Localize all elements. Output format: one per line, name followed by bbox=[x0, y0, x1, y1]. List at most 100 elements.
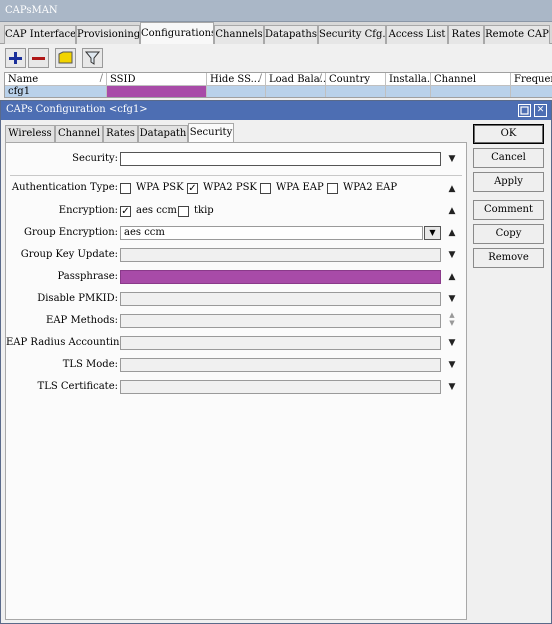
checkbox-tkip[interactable] bbox=[178, 206, 189, 217]
window-title: CAPsMAN bbox=[0, 0, 552, 22]
remove-button[interactable] bbox=[28, 48, 49, 68]
wpa2-psk-label: WPA2 PSK bbox=[203, 182, 257, 193]
tab-security[interactable]: Security bbox=[188, 123, 234, 143]
checkbox-wpa-psk[interactable] bbox=[120, 183, 131, 194]
security-label: Security: bbox=[72, 153, 118, 164]
wpa-eap-label: WPA EAP bbox=[276, 182, 324, 193]
wpa2-eap-label: WPA2 EAP bbox=[343, 182, 398, 193]
group-encryption-dropdown[interactable]: aes ccm bbox=[120, 226, 423, 240]
cell-ssid bbox=[107, 86, 207, 97]
tab-channel[interactable]: Channel bbox=[55, 125, 103, 142]
column-header-name[interactable]: Name / bbox=[5, 73, 107, 86]
cell-name: cfg1 bbox=[5, 86, 107, 97]
remove-button[interactable]: Remove bbox=[473, 248, 544, 268]
security-panel: Security: ▼ Authentication Type: WPA PSK… bbox=[5, 142, 467, 620]
eap-methods-label: EAP Methods: bbox=[46, 315, 118, 326]
tab-rates[interactable]: Rates bbox=[103, 125, 138, 142]
note-icon bbox=[58, 51, 73, 64]
tab-configurations[interactable]: Configurations bbox=[140, 22, 214, 44]
eap-methods-updown-icon[interactable]: ▲ ▼ bbox=[446, 311, 458, 327]
security-dropdown[interactable] bbox=[120, 152, 441, 166]
group-encryption-expand-icon[interactable]: ▼ bbox=[424, 226, 441, 240]
column-header-ssid[interactable]: SSID bbox=[107, 73, 207, 86]
cell-channel bbox=[431, 86, 511, 97]
cancel-button[interactable]: Cancel bbox=[473, 148, 544, 168]
minus-icon bbox=[32, 57, 45, 60]
column-header-load-balancing[interactable]: Load Bala... / bbox=[266, 73, 326, 86]
cell-installation bbox=[386, 86, 431, 97]
add-button[interactable] bbox=[5, 48, 26, 68]
eap-radius-accounting-label: EAP Radius Accounting: bbox=[6, 337, 130, 348]
caps-configuration-dialog: CAPs Configuration <cfg1> ✕ Wireless Cha… bbox=[0, 100, 552, 624]
checkbox-wpa-eap[interactable] bbox=[260, 183, 271, 194]
filter-button[interactable] bbox=[82, 48, 103, 68]
toolbar bbox=[0, 44, 552, 72]
checkbox-aes-ccm[interactable]: ✓ bbox=[120, 206, 131, 217]
tab-security-cfg[interactable]: Security Cfg. bbox=[318, 25, 386, 44]
maximize-square-icon bbox=[520, 106, 529, 115]
tab-access-list[interactable]: Access List bbox=[386, 25, 448, 44]
aes-ccm-label: aes ccm bbox=[136, 205, 177, 216]
wpa-psk-label: WPA PSK bbox=[136, 182, 184, 193]
copy-button[interactable]: Copy bbox=[473, 224, 544, 244]
tls-certificate-dropdown-icon[interactable]: ▼ bbox=[446, 381, 458, 393]
checkbox-wpa2-eap[interactable] bbox=[327, 183, 338, 194]
maximize-icon[interactable] bbox=[518, 104, 531, 117]
tab-datapath[interactable]: Datapath bbox=[138, 125, 188, 142]
tab-cap-interface[interactable]: CAP Interface bbox=[4, 25, 76, 44]
disable-pmkid-field[interactable] bbox=[120, 292, 441, 306]
auth-type-collapse-icon[interactable]: ▲ bbox=[446, 183, 458, 195]
column-header-installation[interactable]: Installa... bbox=[386, 73, 431, 86]
passphrase-field[interactable] bbox=[120, 270, 441, 284]
tab-wireless[interactable]: Wireless bbox=[5, 125, 55, 142]
main-tabbar: CAP Interface Provisioning Configuration… bbox=[0, 22, 552, 44]
disable-pmkid-label: Disable PMKID: bbox=[37, 293, 118, 304]
cell-hide-ssid bbox=[207, 86, 266, 97]
tab-datapaths[interactable]: Datapaths bbox=[264, 25, 318, 44]
column-header-hide-ssid[interactable]: Hide SS... / bbox=[207, 73, 266, 86]
tls-mode-dropdown-icon[interactable]: ▼ bbox=[446, 359, 458, 371]
group-key-update-dropdown-icon[interactable]: ▼ bbox=[446, 249, 458, 261]
tls-certificate-field[interactable] bbox=[120, 380, 441, 394]
encryption-collapse-icon[interactable]: ▲ bbox=[446, 205, 458, 217]
tab-channels[interactable]: Channels bbox=[214, 25, 264, 44]
cell-country bbox=[326, 86, 386, 97]
checkbox-wpa2-psk[interactable]: ✓ bbox=[187, 183, 198, 194]
dialog-tabbar: Wireless Channel Rates Datapath Security bbox=[5, 123, 467, 143]
apply-button[interactable]: Apply bbox=[473, 172, 544, 192]
security-dropdown-arrow-icon[interactable]: ▼ bbox=[446, 153, 458, 165]
plus-icon bbox=[9, 52, 22, 64]
dialog-title: CAPs Configuration <cfg1> bbox=[6, 104, 148, 115]
configurations-table: Name / SSID Hide SS... / Load Bala... / Cou… bbox=[4, 72, 552, 98]
column-header-frequency[interactable]: Frequenc bbox=[511, 73, 552, 86]
passphrase-collapse-icon[interactable]: ▲ bbox=[446, 271, 458, 283]
column-header-country[interactable]: Country bbox=[326, 73, 386, 86]
tls-certificate-label: TLS Certificate: bbox=[37, 381, 118, 392]
tkip-label: tkip bbox=[194, 205, 214, 216]
cell-load-balancing bbox=[266, 86, 326, 97]
eap-radius-accounting-field[interactable] bbox=[120, 336, 441, 350]
comment-button[interactable]: Comment bbox=[473, 200, 544, 220]
tab-rates[interactable]: Rates bbox=[448, 25, 484, 44]
dialog-title-bar[interactable]: CAPs Configuration <cfg1> bbox=[1, 101, 551, 120]
table-row[interactable]: cfg1 bbox=[5, 86, 552, 97]
eap-radius-accounting-dropdown-icon[interactable]: ▼ bbox=[446, 337, 458, 349]
filter-icon bbox=[84, 51, 101, 65]
tls-mode-label: TLS Mode: bbox=[62, 359, 118, 370]
comment-note-button[interactable] bbox=[55, 48, 76, 68]
tab-remote-cap[interactable]: Remote CAP bbox=[484, 25, 550, 44]
disable-pmkid-dropdown-icon[interactable]: ▼ bbox=[446, 293, 458, 305]
tab-provisioning[interactable]: Provisioning bbox=[76, 25, 140, 44]
tls-mode-field[interactable] bbox=[120, 358, 441, 372]
group-key-update-label: Group Key Update: bbox=[20, 249, 118, 260]
ok-button[interactable]: OK bbox=[473, 124, 544, 144]
divider bbox=[10, 175, 462, 176]
group-encryption-label: Group Encryption: bbox=[23, 227, 118, 238]
close-icon[interactable]: ✕ bbox=[534, 104, 547, 117]
eap-methods-field[interactable] bbox=[120, 314, 441, 328]
encryption-label: Encryption: bbox=[58, 205, 118, 216]
group-encryption-collapse-icon[interactable]: ▲ bbox=[446, 227, 458, 239]
authentication-type-label: Authentication Type: bbox=[11, 182, 118, 193]
column-header-channel[interactable]: Channel bbox=[431, 73, 511, 86]
group-key-update-field[interactable] bbox=[120, 248, 441, 262]
